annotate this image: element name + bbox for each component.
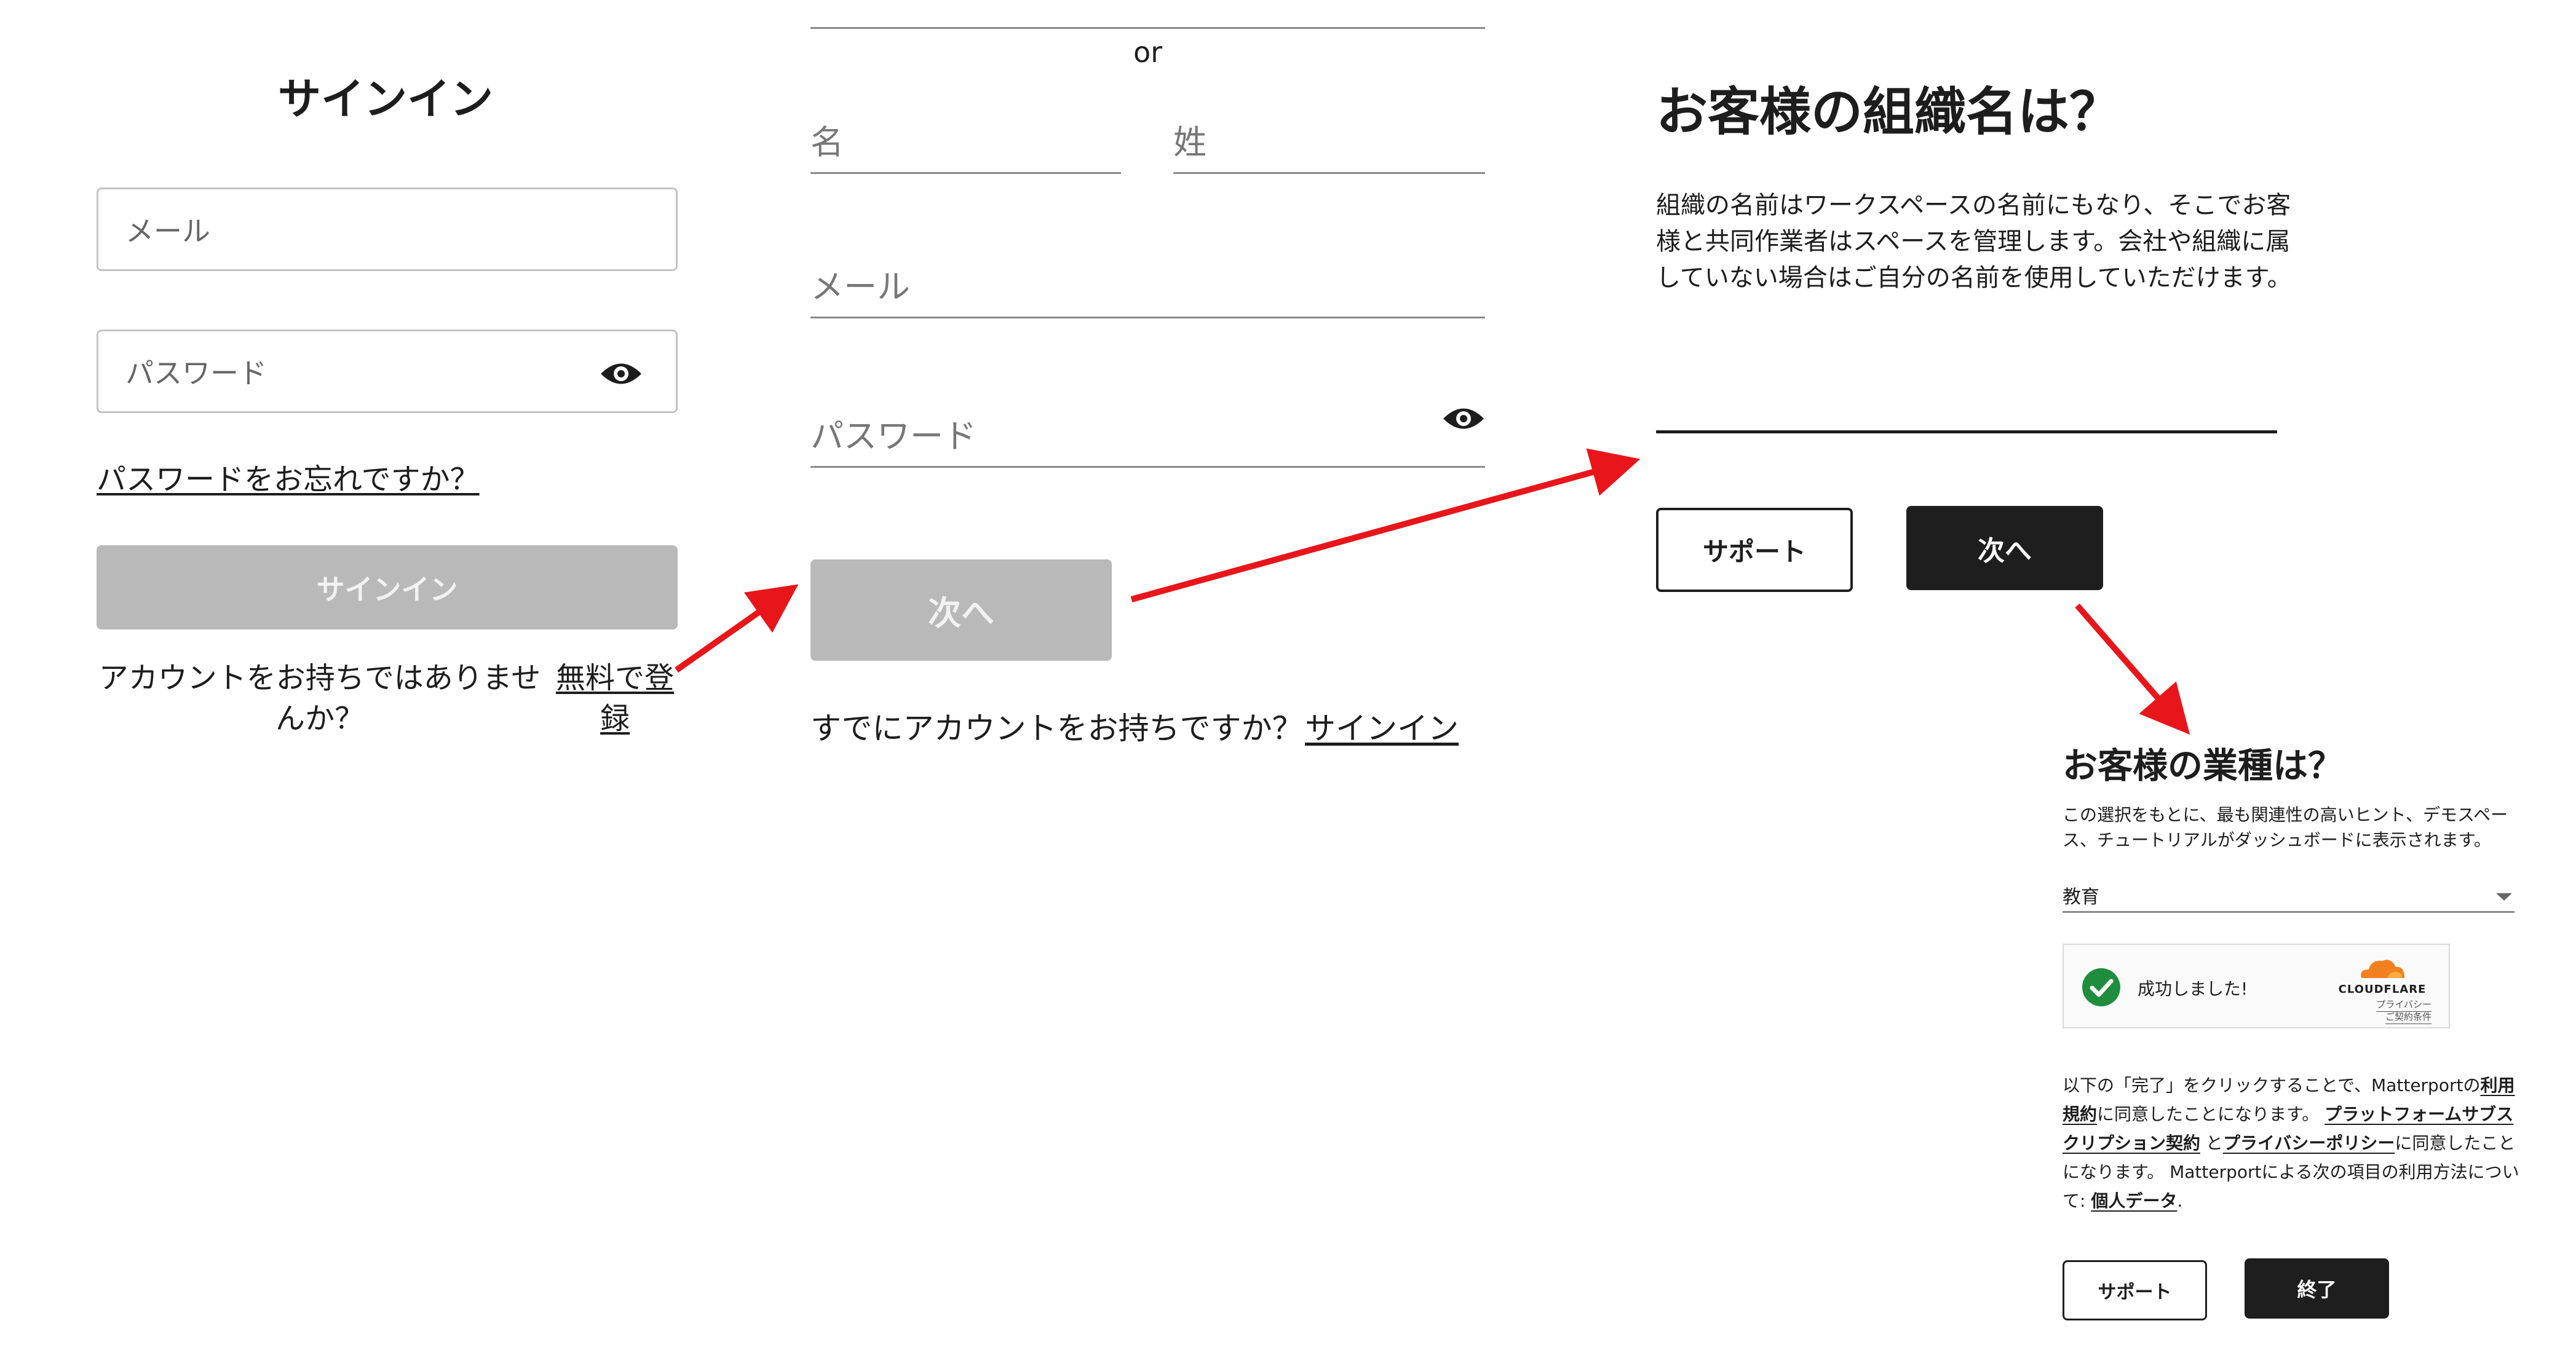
org-support-button[interactable]: サポート [1656, 508, 1853, 592]
industry-select-value: 教育 [2063, 886, 2099, 908]
captcha-privacy-link[interactable]: プライバシー [2333, 998, 2431, 1011]
checkmark-icon [2082, 968, 2120, 1009]
or-label: or [1133, 36, 1163, 69]
org-name-input[interactable] [1656, 381, 2277, 433]
eye-icon[interactable] [600, 361, 643, 387]
org-next-button[interactable]: 次へ [1906, 506, 2103, 590]
signin-email-input[interactable]: メール [97, 187, 678, 271]
signup-signin-link[interactable]: サインイン [1305, 704, 1459, 748]
cloudflare-logo-icon [2353, 953, 2408, 985]
legal-text-2: に同意したことになります。 [2097, 1104, 2320, 1124]
industry-description: この選択をもとに、最も関連性の高いヒント、デモスペース、チュートリアルがダッシュ… [2063, 805, 2508, 850]
legal-text-1: 以下の「完了」をクリックすることで、Matterportの [2063, 1075, 2481, 1095]
signin-button[interactable]: サインイン [97, 545, 678, 629]
have-account-text: すでにアカウントをお持ちですか？ [810, 711, 1303, 746]
captcha-status: 成功しました! [2138, 979, 2248, 999]
last-name-input[interactable]: 姓 [1173, 117, 1485, 174]
industry-support-button[interactable]: サポート [2063, 1260, 2207, 1320]
signin-email-placeholder: メール [125, 215, 210, 248]
personal-data-link[interactable]: 個人データ [2091, 1191, 2177, 1211]
signup-email-placeholder: メール [810, 267, 910, 306]
legal-text-5: . [2177, 1191, 2183, 1211]
arrow-icon [2075, 603, 2190, 735]
signup-password-placeholder: パスワード [810, 417, 977, 456]
legal-text-3: と [2205, 1133, 2223, 1153]
org-description: 組織の名前はワークスペースの名前にもなり、そこでお客様と共同作業者はスペースを管… [1656, 191, 2292, 292]
privacy-policy-link[interactable]: プライバシーポリシー [2223, 1133, 2395, 1153]
signin-title: サインイン [278, 74, 493, 124]
first-name-placeholder: 名 [810, 123, 844, 162]
signin-password-input[interactable]: パスワード [97, 329, 678, 413]
first-name-input[interactable]: 名 [810, 117, 1121, 174]
arrow-icon [1130, 448, 1641, 602]
arrow-icon [675, 584, 799, 673]
signup-password-input[interactable]: パスワード [810, 406, 1485, 468]
last-name-placeholder: 姓 [1173, 123, 1207, 162]
cloudflare-brand: CLOUDFLARE [2338, 983, 2427, 996]
industry-select[interactable]: 教育 [2063, 879, 2515, 913]
org-title: お客様の組織名は？ [1656, 82, 2122, 142]
signin-password-placeholder: パスワード [125, 357, 267, 390]
no-account-text: アカウントをお持ちではありませんか？ [98, 661, 541, 736]
cloudflare-captcha: 成功しました! CLOUDFLARE プライバシー ご契約条件 [2063, 944, 2450, 1028]
finish-button[interactable]: 終了 [2245, 1258, 2389, 1319]
industry-title: お客様の業種は？ [2063, 746, 2343, 786]
legal-text: 以下の「完了」をクリックすることで、Matterportの利用規約に同意したこと… [2063, 1071, 2527, 1215]
register-link[interactable]: 無料で登録 [553, 658, 676, 739]
signup-top-divider [810, 27, 1485, 29]
captcha-terms-link[interactable]: ご契約条件 [2333, 1010, 2431, 1023]
chevron-down-icon [2496, 891, 2512, 903]
forgot-password-link[interactable]: パスワードをお忘れですか？ [97, 455, 480, 498]
signup-email-input[interactable]: メール [810, 261, 1485, 318]
signup-next-button[interactable]: 次へ [810, 559, 1112, 661]
eye-icon[interactable] [1442, 406, 1485, 432]
